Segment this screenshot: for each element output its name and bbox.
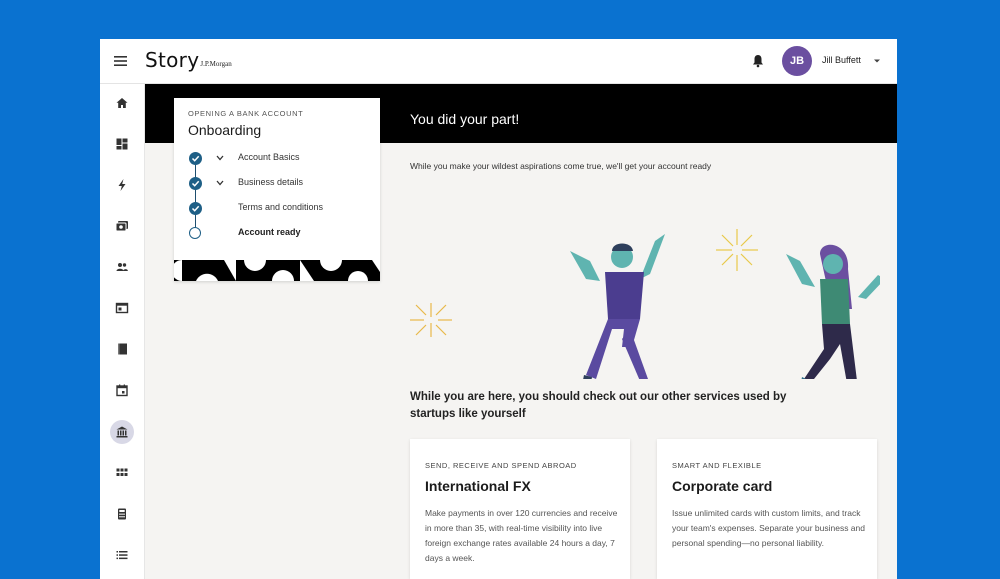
step-complete-icon — [189, 177, 202, 190]
step-business-details[interactable]: Business details — [238, 177, 303, 187]
intro-text: While you make your wildest aspirations … — [410, 161, 712, 171]
service-card-international-fx[interactable]: SEND, RECEIVE AND SPEND ABROAD Internati… — [410, 439, 630, 579]
banner-title: You did your part! — [410, 111, 520, 127]
chevron-down-icon[interactable] — [216, 180, 224, 186]
brand-subname: J.P.Morgan — [200, 60, 232, 68]
chevron-down-icon[interactable] — [216, 155, 224, 161]
top-bar: StoryJ.P.Morgan JB Jill Buffett — [100, 39, 897, 84]
celebrating-woman-figure — [786, 244, 880, 379]
step-complete-icon — [189, 202, 202, 215]
service-title: Corporate card — [672, 478, 773, 494]
service-card-corporate-card[interactable]: SMART AND FLEXIBLE Corporate card Issue … — [657, 439, 877, 579]
service-description: Make payments in over 120 currencies and… — [425, 508, 618, 563]
services-heading: While you are here, you should check out… — [410, 391, 787, 420]
service-eyebrow: SMART AND FLEXIBLE — [672, 461, 762, 470]
onboarding-title: Onboarding — [188, 122, 262, 138]
brand-logo[interactable]: StoryJ.P.Morgan — [145, 48, 232, 74]
book-icon[interactable] — [110, 337, 134, 361]
calendar-icon[interactable] — [110, 378, 134, 402]
lightning-icon[interactable] — [110, 173, 134, 197]
decorative-pattern — [174, 260, 380, 281]
firework-icon — [716, 229, 758, 271]
stepper-line — [195, 160, 196, 232]
bank-icon[interactable] — [110, 420, 134, 444]
brand-name: Story — [145, 48, 200, 72]
step-complete-icon — [189, 152, 202, 165]
step-pending-icon — [189, 227, 201, 239]
step-terms[interactable]: Terms and conditions — [238, 202, 323, 212]
celebrating-man-figure — [570, 234, 665, 379]
onboarding-card: OPENING A BANK ACCOUNT Onboarding Accoun… — [174, 98, 380, 281]
browser-icon[interactable] — [110, 296, 134, 320]
service-eyebrow: SEND, RECEIVE AND SPEND ABROAD — [425, 461, 577, 470]
list-icon[interactable] — [110, 543, 134, 567]
firework-icon — [410, 303, 452, 337]
app-window: StoryJ.P.Morgan JB Jill Buffett You did … — [100, 39, 897, 579]
step-account-ready[interactable]: Account ready — [238, 227, 301, 237]
user-name[interactable]: Jill Buffett — [822, 55, 861, 65]
bell-icon[interactable] — [750, 53, 766, 69]
payments-icon[interactable] — [110, 214, 134, 238]
hamburger-menu-icon[interactable] — [112, 52, 130, 70]
celebration-illustration — [410, 229, 880, 379]
onboarding-eyebrow: OPENING A BANK ACCOUNT — [188, 109, 304, 118]
sidebar — [100, 84, 145, 579]
people-icon[interactable] — [110, 255, 134, 279]
step-account-basics[interactable]: Account Basics — [238, 152, 300, 162]
dashboard-icon[interactable] — [110, 132, 134, 156]
calculator-icon[interactable] — [110, 502, 134, 526]
home-icon[interactable] — [110, 91, 134, 115]
avatar[interactable]: JB — [782, 46, 812, 76]
service-description: Issue unlimited cards with custom limits… — [672, 508, 865, 548]
service-title: International FX — [425, 478, 531, 494]
chevron-down-icon[interactable] — [873, 58, 881, 64]
grid-icon[interactable] — [110, 461, 134, 485]
